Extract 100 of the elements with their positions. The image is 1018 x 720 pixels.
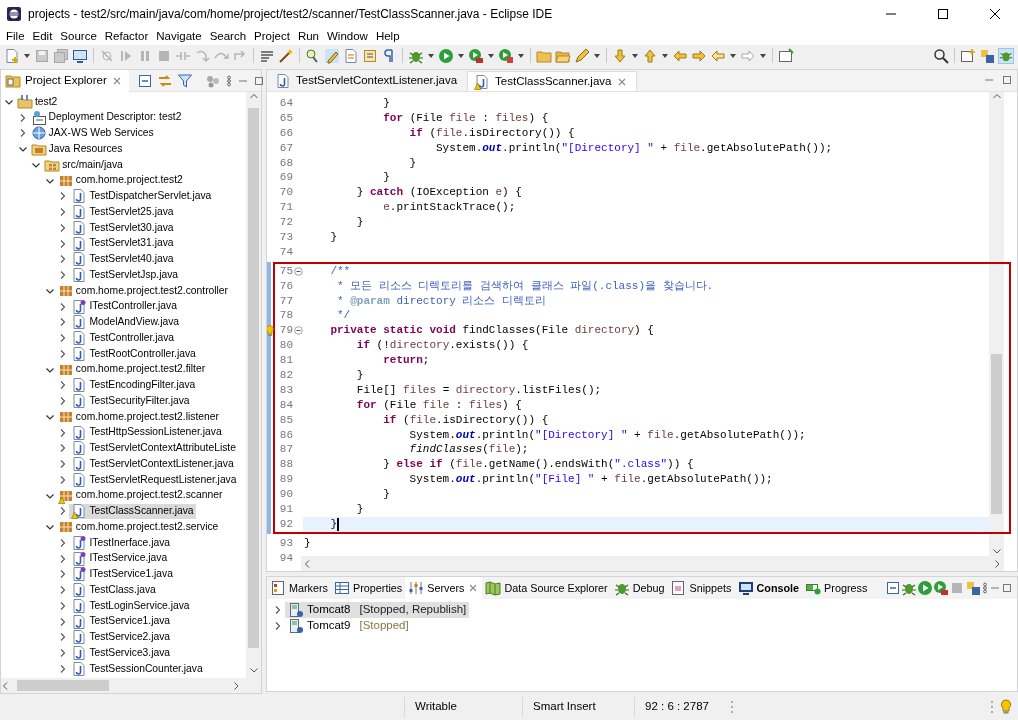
collapse-all-icon[interactable] bbox=[136, 72, 153, 89]
annotation-icon[interactable] bbox=[362, 47, 378, 64]
tree-item[interactable]: com.home.project.test2 bbox=[55, 173, 185, 189]
fold-icon[interactable] bbox=[293, 266, 303, 276]
run-tool-icon[interactable] bbox=[468, 47, 484, 64]
tree-item[interactable]: TestServlet40.java bbox=[69, 251, 176, 267]
tree-item[interactable]: ITestService1.java bbox=[69, 566, 175, 582]
bulb-icon[interactable] bbox=[998, 699, 1014, 715]
maximize-icon[interactable] bbox=[937, 8, 949, 20]
tree-item[interactable]: TestLoginService.java bbox=[69, 598, 192, 614]
perspective-icon[interactable] bbox=[960, 47, 976, 64]
run-coverage-icon[interactable] bbox=[498, 47, 514, 64]
tree-item[interactable]: TestRootController.java bbox=[69, 346, 198, 362]
bulb-icon[interactable] bbox=[267, 325, 274, 337]
line-number: 67 bbox=[279, 140, 293, 156]
tree-item[interactable]: ModelAndView.java bbox=[69, 314, 182, 330]
menu-item[interactable]: Help bbox=[371, 29, 404, 44]
tree-item[interactable]: com.home.project.test2.filter bbox=[55, 362, 208, 378]
view-tab[interactable]: Data Source Explorer bbox=[482, 577, 611, 599]
line-number: 82 bbox=[279, 368, 293, 383]
scrollbar[interactable] bbox=[989, 92, 1004, 556]
run-tool-icon[interactable] bbox=[933, 580, 949, 596]
tree-item[interactable]: TestServletJsp.java bbox=[69, 267, 181, 283]
tree-item[interactable]: Java Resources bbox=[28, 141, 125, 157]
view-tab[interactable]: Snippets bbox=[667, 577, 735, 599]
tree-item[interactable]: com.home.project.test2.service bbox=[55, 519, 221, 535]
tree-item[interactable]: TestSecurityFilter.java bbox=[69, 393, 192, 409]
view-menu-icon[interactable] bbox=[224, 74, 233, 87]
java-ee-icon[interactable] bbox=[979, 47, 995, 64]
window-icon[interactable] bbox=[778, 47, 794, 64]
menu-item[interactable]: Source bbox=[56, 29, 101, 44]
menu-item[interactable]: Project bbox=[250, 29, 294, 44]
tree-item[interactable]: TestClass.java bbox=[69, 582, 158, 598]
close-icon[interactable] bbox=[989, 8, 1001, 20]
monitor-icon[interactable] bbox=[72, 47, 88, 64]
view-tab[interactable]: Debug bbox=[610, 577, 668, 599]
tree-item[interactable]: TestDispatcherServlet.java bbox=[69, 188, 214, 204]
view-tab[interactable]: Progress bbox=[802, 577, 871, 599]
tree-item[interactable]: ITestService.java bbox=[69, 551, 170, 567]
pen-icon[interactable] bbox=[324, 47, 340, 64]
tree-item[interactable]: com.home.project.test2.scanner bbox=[55, 488, 225, 504]
tree-item[interactable]: TestServlet25.java bbox=[69, 204, 176, 220]
menu-item[interactable]: File bbox=[2, 29, 29, 44]
scroll-down-icon[interactable] bbox=[991, 546, 1002, 556]
tree-item[interactable]: TestServletContextListener.java bbox=[69, 456, 236, 472]
tree-item[interactable]: ITestInerface.java bbox=[69, 535, 173, 551]
view-tab[interactable]: Console bbox=[734, 577, 803, 599]
editor-tab[interactable]: TestClassScanner.java bbox=[467, 71, 638, 91]
view-tab[interactable]: Servers bbox=[405, 577, 483, 599]
tree-item[interactable]: TestClassScanner.java bbox=[69, 503, 196, 519]
scrollbar[interactable] bbox=[1, 678, 261, 693]
tree-item[interactable]: TestService1.java bbox=[69, 614, 173, 630]
view-tab[interactable]: Properties bbox=[331, 577, 406, 599]
tree-item[interactable]: JAX-WS Web Services bbox=[28, 125, 156, 141]
view-tab[interactable]: Markers bbox=[267, 577, 331, 599]
tree-item[interactable]: test2 bbox=[15, 94, 60, 110]
wand-icon[interactable] bbox=[278, 47, 294, 64]
java-file-icon bbox=[275, 73, 291, 89]
debug-perspective-icon[interactable] bbox=[998, 47, 1014, 64]
tree-item[interactable]: TestHttpSessionListener.java bbox=[69, 425, 224, 441]
fold-icon[interactable] bbox=[293, 326, 303, 336]
menu-item[interactable]: Refactor bbox=[100, 29, 153, 44]
tree-item[interactable]: Deployment Descriptor: test2 bbox=[28, 110, 184, 126]
menu-item[interactable]: Edit bbox=[28, 29, 57, 44]
filter-icon[interactable] bbox=[176, 72, 193, 89]
scrollbar[interactable] bbox=[301, 556, 1004, 571]
tree-item[interactable]: TestServlet30.java bbox=[69, 220, 176, 236]
editor-tab[interactable]: TestServletContextListener.java bbox=[269, 71, 466, 91]
view-tab[interactable]: Project Explorer bbox=[1, 69, 129, 92]
tree-item[interactable]: TestEncodingFilter.java bbox=[69, 377, 198, 393]
menu-item[interactable]: Window bbox=[323, 29, 372, 44]
link-editor-icon[interactable] bbox=[156, 72, 173, 89]
tree-item[interactable]: ITestController.java bbox=[69, 299, 179, 315]
scroll-right-icon[interactable] bbox=[992, 558, 1002, 569]
scroll-down-icon[interactable] bbox=[248, 665, 259, 675]
tree-item[interactable]: TestController.java bbox=[69, 330, 177, 346]
tree-item[interactable]: com.home.project.test2.listener bbox=[55, 409, 221, 425]
scroll-right-icon[interactable] bbox=[231, 680, 241, 691]
tree-item[interactable]: src/main/java bbox=[42, 157, 125, 173]
line-number: 74 bbox=[279, 244, 293, 260]
menu-item[interactable]: Navigate bbox=[152, 29, 206, 44]
tree-item[interactable]: TestServletContextAttributeListe bbox=[69, 440, 238, 456]
search-icon[interactable] bbox=[933, 47, 949, 64]
tree-item[interactable]: TestService3.java bbox=[69, 645, 173, 661]
view-menu-icon[interactable] bbox=[981, 582, 989, 594]
scrollbar[interactable] bbox=[246, 92, 261, 678]
menu-item[interactable]: Search bbox=[205, 29, 251, 44]
run-icon[interactable] bbox=[917, 580, 933, 596]
server-item[interactable]: Tomcat9 [Stopped] bbox=[285, 618, 412, 634]
tree-item[interactable]: TestServlet31.java bbox=[69, 236, 176, 252]
pencil-icon[interactable] bbox=[574, 47, 590, 64]
tree-item[interactable]: TestServletRequestListener.java bbox=[69, 472, 239, 488]
java-ee-icon[interactable] bbox=[965, 580, 981, 596]
tree-item[interactable]: com.home.project.test2.controller bbox=[55, 283, 231, 299]
collapse-all-icon[interactable] bbox=[885, 580, 901, 596]
tree-item[interactable]: TestService2.java bbox=[69, 629, 173, 645]
menu-item[interactable]: Run bbox=[293, 29, 323, 44]
document-icon[interactable] bbox=[343, 47, 359, 64]
server-item[interactable]: Tomcat8 [Stopped, Republish] bbox=[285, 602, 470, 618]
tree-item[interactable]: TestSessionCounter.java bbox=[69, 661, 205, 677]
